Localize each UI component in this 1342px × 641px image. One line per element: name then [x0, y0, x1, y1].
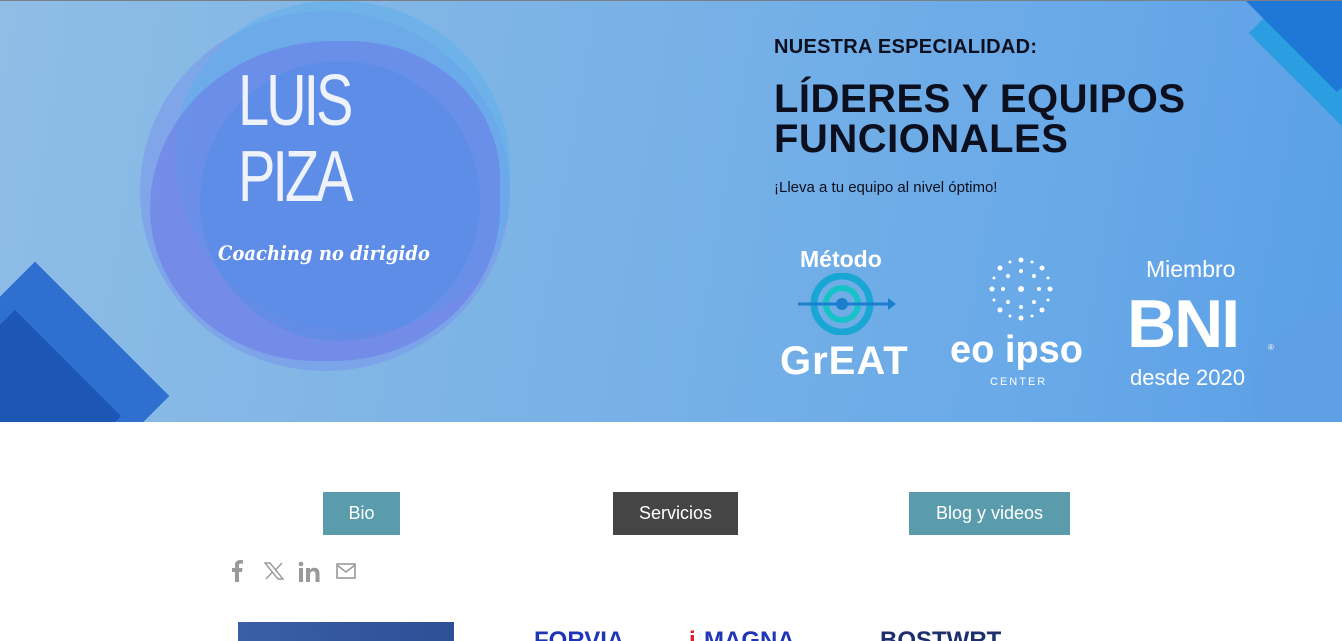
target-arrow-icon [798, 273, 896, 335]
headline-line-2: FUNCIONALES [774, 117, 1069, 161]
logo-line-1: LUIS [238, 61, 354, 141]
logo-tagline: Coaching no dirigido [218, 241, 430, 265]
blog-videos-button[interactable]: Blog y videos [909, 492, 1070, 535]
linkedin-icon[interactable] [297, 559, 321, 583]
profile-image [238, 622, 454, 641]
bio-button[interactable]: Bio [323, 492, 400, 535]
client-logo-third: BOSTWRT [880, 627, 1002, 641]
bni-member-label: Miembro [1146, 256, 1236, 282]
registered-mark-icon: ® [1268, 343, 1274, 352]
client-logo-forvia: FORVIA [534, 627, 625, 641]
client-logo-magna: MAGNA [704, 627, 795, 641]
bni-wordmark: BNI [1127, 286, 1240, 362]
facebook-icon[interactable] [225, 559, 249, 583]
corner-shape [1252, 311, 1342, 422]
specialty-kicker: NUESTRA ESPECIALIDAD: [774, 36, 1038, 58]
eoipso-wordmark: eo ipso [950, 329, 1084, 371]
logo-line-2: PIZA [238, 137, 353, 217]
hero-subline: ¡Lleva a tu equipo al nivel óptimo! [774, 179, 998, 196]
client-logo-mark: i [689, 627, 696, 641]
hero-headline: LÍDERES Y EQUIPOS FUNCIONALES [774, 79, 1186, 159]
hero-banner: LUIS PIZA Coaching no dirigido NUESTRA E… [0, 1, 1342, 422]
sparkle-network-icon [989, 257, 1053, 321]
brand-logo: LUIS PIZA [238, 61, 354, 217]
eoipso-sub: CENTER [990, 376, 1048, 388]
metodo-label: Método [800, 246, 882, 272]
headline-line-1: LÍDERES Y EQUIPOS [774, 77, 1186, 121]
mail-icon[interactable] [334, 559, 358, 583]
bni-since-label: desde 2020 [1130, 365, 1245, 390]
servicios-button[interactable]: Servicios [613, 492, 738, 535]
great-wordmark: GrEAT [780, 339, 909, 383]
x-icon[interactable] [262, 559, 286, 583]
